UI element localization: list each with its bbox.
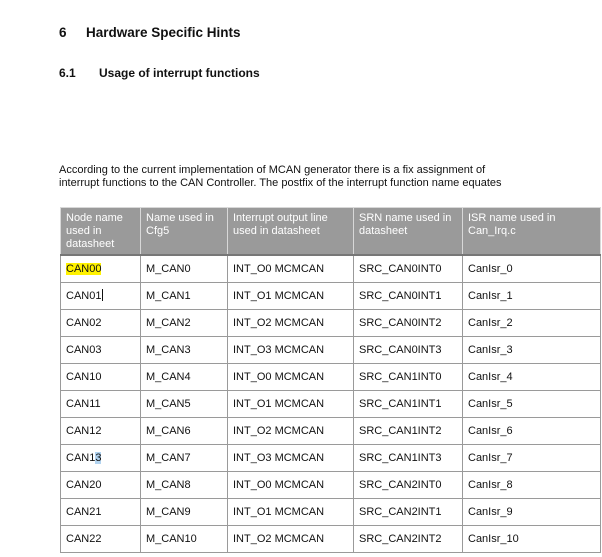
cfg5-name-cell[interactable]: M_CAN1 [140,281,228,310]
interrupt-line-cell[interactable]: INT_O1 MCMCAN [227,389,354,418]
srn-name-cell[interactable]: SRC_CAN1INT0 [353,362,463,391]
isr-name-cell[interactable]: CanIsr_2 [462,308,601,337]
cfg5-name-cell[interactable]: M_CAN9 [140,497,228,526]
isr-name-cell[interactable]: CanIsr_4 [462,362,601,391]
interrupt-table: Node name used in datasheet Name used in… [60,207,601,553]
interrupt-line-cell[interactable]: INT_O3 MCMCAN [227,443,354,472]
node-name-cell[interactable]: CAN10 [60,362,141,391]
table-row: CAN02 M_CAN2 INT_O2 MCMCAN SRC_CAN0INT2 … [60,308,601,337]
subsection-heading: 6.1 Usage of interrupt functions [59,66,260,80]
interrupt-line-cell[interactable]: INT_O2 MCMCAN [227,416,354,445]
selected-text: 3 [95,451,102,464]
cfg5-name-cell[interactable]: M_CAN0 [140,254,228,283]
section-heading: 6 Hardware Specific Hints [59,25,241,40]
paragraph-line: According to the current implementation … [59,164,486,176]
node-name-cell[interactable]: CAN01 [60,281,141,310]
cfg5-name-cell[interactable]: M_CAN4 [140,362,228,391]
interrupt-line-cell[interactable]: INT_O0 MCMCAN [227,362,354,391]
node-name-cell[interactable]: CAN13 [60,443,141,472]
column-header-isr-name: ISR name used in Can_Irq.c [462,207,601,256]
isr-name-cell[interactable]: CanIsr_7 [462,443,601,472]
cfg5-name-cell[interactable]: M_CAN6 [140,416,228,445]
srn-name-cell[interactable]: SRC_CAN0INT3 [353,335,463,364]
interrupt-line-cell[interactable]: INT_O2 MCMCAN [227,308,354,337]
highlighted-text: CAN00 [66,262,102,275]
table-row: CAN01 M_CAN1 INT_O1 MCMCAN SRC_CAN0INT1 … [60,281,601,310]
cfg5-name-cell[interactable]: M_CAN8 [140,470,228,499]
node-name-cell[interactable]: CAN12 [60,416,141,445]
column-header-cfg5-name: Name used in Cfg5 [140,207,228,256]
table-row: CAN10 M_CAN4 INT_O0 MCMCAN SRC_CAN1INT0 … [60,362,601,391]
srn-name-cell[interactable]: SRC_CAN0INT2 [353,308,463,337]
srn-name-cell[interactable]: SRC_CAN1INT3 [353,443,463,472]
node-name-text: CAN1 [66,451,96,464]
isr-name-cell[interactable]: CanIsr_6 [462,416,601,445]
node-name-cell[interactable]: CAN00 [60,254,141,283]
subsection-number: 6.1 [59,66,76,80]
node-name-cell[interactable]: CAN20 [60,470,141,499]
node-name-cell[interactable]: CAN22 [60,524,141,553]
isr-name-cell[interactable]: CanIsr_10 [462,524,601,553]
column-header-srn-name: SRN name used in datasheet [353,207,463,256]
paragraph-line: interrupt functions to the CAN Controlle… [59,177,502,189]
node-name-cell[interactable]: CAN02 [60,308,141,337]
table-row: CAN22 M_CAN10 INT_O2 MCMCAN SRC_CAN2INT2… [60,524,601,553]
table-row: CAN20 M_CAN8 INT_O0 MCMCAN SRC_CAN2INT0 … [60,470,601,499]
srn-name-cell[interactable]: SRC_CAN2INT1 [353,497,463,526]
srn-name-cell[interactable]: SRC_CAN0INT0 [353,254,463,283]
table-header-row: Node name used in datasheet Name used in… [60,207,601,256]
interrupt-line-cell[interactable]: INT_O2 MCMCAN [227,524,354,553]
cfg5-name-cell[interactable]: M_CAN10 [140,524,228,553]
interrupt-line-cell[interactable]: INT_O1 MCMCAN [227,497,354,526]
srn-name-cell[interactable]: SRC_CAN1INT1 [353,389,463,418]
table-row: CAN12 M_CAN6 INT_O2 MCMCAN SRC_CAN1INT2 … [60,416,601,445]
isr-name-cell[interactable]: CanIsr_5 [462,389,601,418]
node-name-cell[interactable]: CAN11 [60,389,141,418]
subsection-title: Usage of interrupt functions [99,66,260,80]
interrupt-line-cell[interactable]: INT_O3 MCMCAN [227,335,354,364]
column-header-interrupt-line: Interrupt output line used in datasheet [227,207,354,256]
isr-name-cell[interactable]: CanIsr_9 [462,497,601,526]
text-cursor [102,289,104,301]
srn-name-cell[interactable]: SRC_CAN2INT0 [353,470,463,499]
table-row: CAN11 M_CAN5 INT_O1 MCMCAN SRC_CAN1INT1 … [60,389,601,418]
cfg5-name-cell[interactable]: M_CAN2 [140,308,228,337]
interrupt-line-cell[interactable]: INT_O0 MCMCAN [227,470,354,499]
column-header-node-name: Node name used in datasheet [60,207,141,256]
node-name-cell[interactable]: CAN21 [60,497,141,526]
srn-name-cell[interactable]: SRC_CAN0INT1 [353,281,463,310]
section-number: 6 [59,25,67,40]
srn-name-cell[interactable]: SRC_CAN2INT2 [353,524,463,553]
section-title: Hardware Specific Hints [86,25,241,40]
isr-name-cell[interactable]: CanIsr_0 [462,254,601,283]
cfg5-name-cell[interactable]: M_CAN7 [140,443,228,472]
table-row: CAN13 M_CAN7 INT_O3 MCMCAN SRC_CAN1INT3 … [60,443,601,472]
interrupt-line-cell[interactable]: INT_O1 MCMCAN [227,281,354,310]
node-name-cell[interactable]: CAN03 [60,335,141,364]
isr-name-cell[interactable]: CanIsr_8 [462,470,601,499]
srn-name-cell[interactable]: SRC_CAN1INT2 [353,416,463,445]
table-row: CAN00 M_CAN0 INT_O0 MCMCAN SRC_CAN0INT0 … [60,254,601,283]
interrupt-line-cell[interactable]: INT_O0 MCMCAN [227,254,354,283]
cfg5-name-cell[interactable]: M_CAN3 [140,335,228,364]
table-row: CAN03 M_CAN3 INT_O3 MCMCAN SRC_CAN0INT3 … [60,335,601,364]
isr-name-cell[interactable]: CanIsr_1 [462,281,601,310]
table-row: CAN21 M_CAN9 INT_O1 MCMCAN SRC_CAN2INT1 … [60,497,601,526]
isr-name-cell[interactable]: CanIsr_3 [462,335,601,364]
body-paragraph: According to the current implementation … [59,164,602,190]
cfg5-name-cell[interactable]: M_CAN5 [140,389,228,418]
node-name-text: CAN01 [66,290,102,302]
